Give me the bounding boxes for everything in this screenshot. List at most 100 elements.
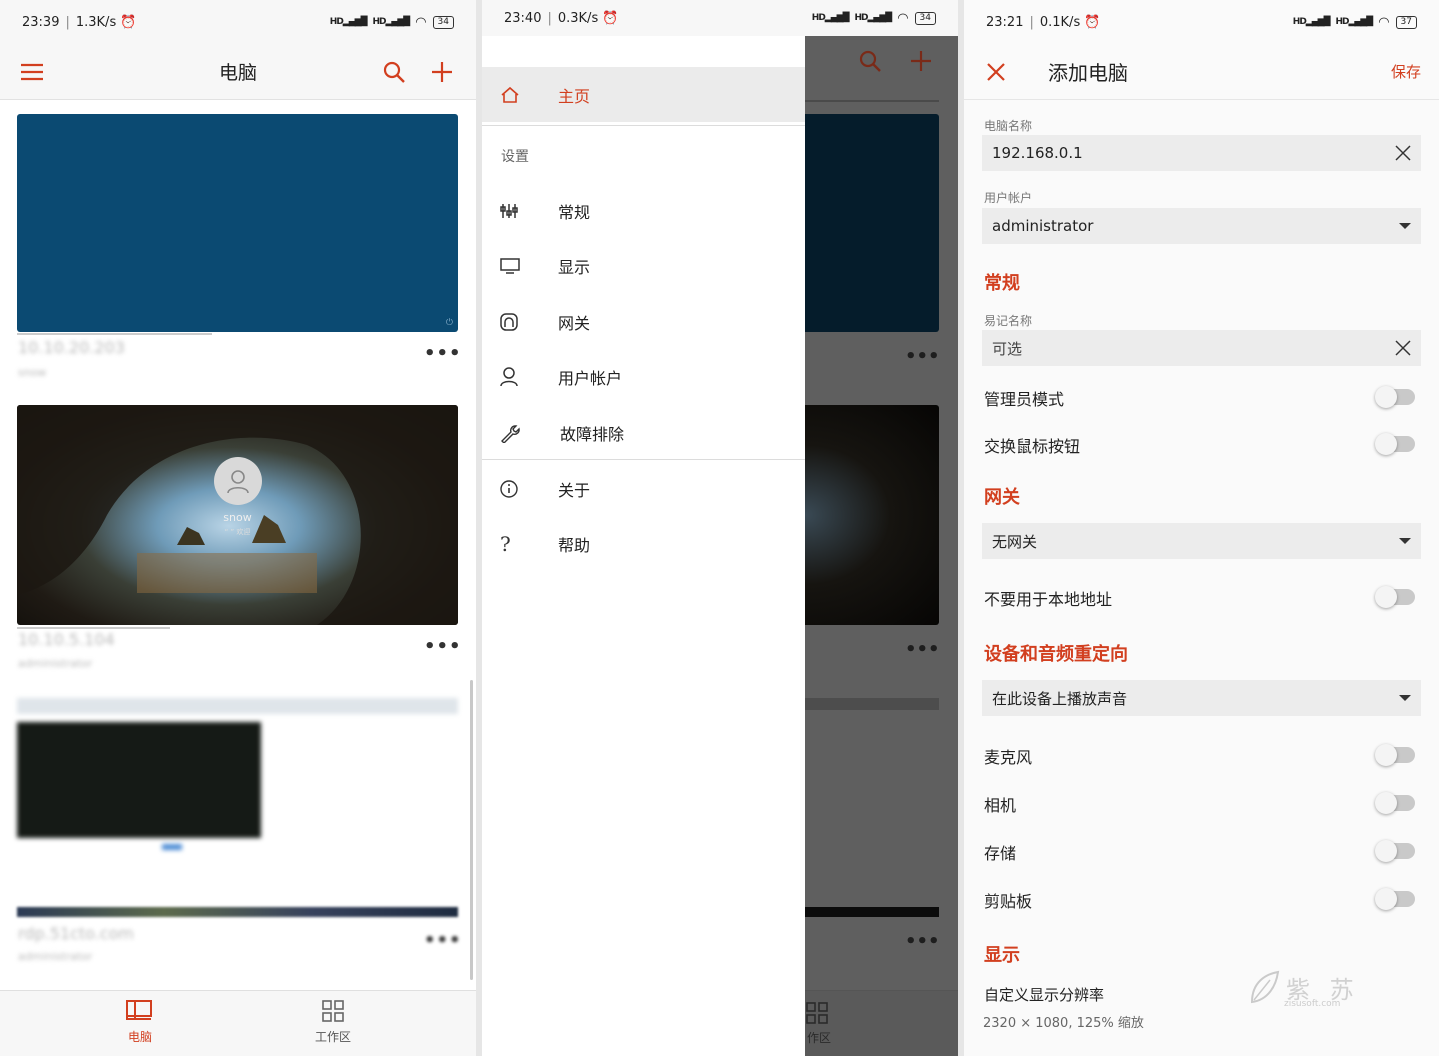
sound-value: 在此设备上播放声音 (992, 689, 1128, 708)
page-title: 添加电脑 (1048, 61, 1128, 85)
watermark-leaf-icon (1250, 970, 1280, 1004)
app-bar: 电脑 (0, 44, 476, 100)
pc-thumbnail[interactable] (17, 698, 458, 858)
friendly-name-field[interactable]: 可选 (982, 330, 1421, 366)
pc-name: 10.10.20.203 (18, 338, 125, 357)
app-bar: 添加电脑 保存 (964, 44, 1439, 100)
pc-user: snow (18, 366, 47, 379)
wrench-icon (482, 423, 538, 443)
navigation-drawer-screen: 23:40 | 0.3K/s ⏰ HD▂▄▆█ HD▂▄▆█ ◠ 34 ••• … (482, 0, 958, 1056)
gateway-dropdown[interactable]: 无网关 (982, 523, 1421, 559)
more-options-icon[interactable]: ••• (424, 930, 462, 951)
scrim-overlay[interactable]: ••• ••• ••• 作区 (805, 36, 958, 1056)
home-icon (482, 86, 538, 104)
section-gateway: 网关 (984, 487, 1020, 508)
dimmed-thumbnail (805, 698, 939, 710)
sound-dropdown[interactable]: 在此设备上播放声音 (982, 680, 1421, 716)
clear-icon[interactable] (1395, 340, 1411, 356)
clipboard-toggle[interactable] (1375, 888, 1415, 910)
more-options-icon: ••• (905, 346, 940, 367)
status-bar: 23:39 | 1.3K/s ⏰ HD▂▄▆█ HD▂▄▆█ ◠ 34 (0, 0, 476, 44)
lock-username: snow (223, 511, 252, 524)
menu-item-help-label: 帮助 (558, 535, 591, 555)
nav-computers[interactable]: 电脑 (95, 999, 185, 1045)
swap-mouse-toggle[interactable] (1375, 433, 1415, 455)
save-button[interactable]: 保存 (1391, 61, 1421, 82)
battery-icon: 37 (1395, 15, 1417, 29)
alarm-icon: ⏰ (1084, 14, 1101, 30)
add-icon[interactable] (422, 52, 462, 92)
bottom-navigation: 电脑 工作区 (0, 990, 476, 1056)
user-account-dropdown[interactable]: administrator (982, 208, 1421, 244)
battery-icon: 34 (432, 15, 454, 29)
storage-label: 存储 (984, 844, 1017, 863)
pc-name-field[interactable]: 192.168.0.1 (982, 135, 1421, 171)
pc-user: administrator (18, 657, 93, 670)
admin-mode-toggle[interactable] (1375, 386, 1415, 408)
dimmed-thumbnail (805, 405, 939, 625)
nav-workspaces-label: 工作区 (314, 1030, 351, 1044)
menu-item-display[interactable]: 显示 (482, 238, 805, 293)
menu-item-home[interactable]: 主页 (482, 67, 805, 122)
status-speed: 0.3K/s (557, 10, 599, 26)
alarm-icon: ⏰ (120, 14, 137, 30)
more-options-icon[interactable]: ••• (424, 343, 462, 364)
lock-subtext: “ ” 欢迎 (224, 528, 251, 536)
clipboard-label: 剪贴板 (984, 892, 1033, 911)
menu-item-help[interactable]: ? 帮助 (482, 516, 805, 571)
menu-item-user-accounts[interactable]: 用户帐户 (482, 349, 805, 404)
info-icon (482, 479, 538, 498)
pc-name: 10.10.5.104 (18, 630, 115, 649)
progress-line (17, 627, 170, 629)
wifi-icon: ◠ (1378, 14, 1390, 30)
pc-thumbnail[interactable]: snow “ ” 欢迎 (17, 405, 458, 625)
menu-item-about[interactable]: 关于 (482, 461, 805, 516)
signal-icon-2: HD▂▄▆█ (854, 13, 893, 23)
microphone-toggle[interactable] (1375, 744, 1415, 766)
menu-item-general[interactable]: 常规 (482, 183, 805, 238)
nav-workspaces[interactable]: 工作区 (288, 999, 378, 1045)
custom-resolution-label[interactable]: 自定义显示分辨率 (984, 984, 1104, 1005)
camera-toggle[interactable] (1375, 792, 1415, 814)
add-pc-screen: 23:21 | 0.1K/s ⏰ HD▂▄▆█ HD▂▄▆█ ◠ 37 添加电脑… (964, 0, 1439, 1056)
close-icon[interactable] (976, 52, 1016, 92)
storage-toggle[interactable] (1375, 840, 1415, 862)
scrollbar[interactable] (470, 680, 473, 980)
sliders-icon (482, 203, 538, 219)
dropdown-caret-icon (1399, 538, 1411, 544)
search-icon[interactable] (374, 52, 414, 92)
user-account-value: administrator (992, 217, 1094, 235)
clear-icon[interactable] (1395, 145, 1411, 161)
monitor-icon (482, 257, 538, 274)
section-display: 显示 (984, 945, 1020, 966)
status-speed: 0.1K/s (1039, 14, 1081, 30)
gateway-icon (482, 312, 538, 331)
dimmed-bottom-nav: 作区 (805, 990, 958, 1056)
microphone-label: 麦克风 (984, 748, 1033, 767)
dropdown-caret-icon (1399, 695, 1411, 701)
bypass-local-label: 不要用于本地地址 (984, 590, 1113, 609)
resolution-value: 2320 × 1080, 125% 缩放 (983, 1016, 1144, 1031)
watermark-logo: 紫 苏 zisusoft.com (1248, 968, 1368, 1012)
workspaces-icon (806, 1002, 828, 1024)
signal-icon: HD▂▄▆█ (811, 13, 850, 23)
section-device-redirect: 设备和音频重定向 (984, 644, 1128, 665)
pc-thumbnail[interactable]: ⏻ (17, 114, 458, 332)
menu-item-home-label: 主页 (558, 86, 591, 106)
status-bar: 23:40 | 0.3K/s ⏰ HD▂▄▆█ HD▂▄▆█ ◠ 34 (482, 0, 958, 36)
nav-computers-label: 电脑 (127, 1030, 152, 1044)
watermark-url: zisusoft.com (1284, 999, 1341, 1009)
pc-name-label: 电脑名称 (984, 119, 1033, 133)
menu-item-troubleshoot[interactable]: 故障排除 (482, 405, 805, 460)
section-general: 常规 (984, 273, 1020, 294)
camera-label: 相机 (984, 796, 1017, 815)
hamburger-menu-icon[interactable] (12, 52, 52, 92)
menu-item-general-label: 常规 (558, 202, 591, 222)
menu-item-gateway[interactable]: 网关 (482, 294, 805, 349)
gateway-value: 无网关 (992, 532, 1038, 551)
more-options-icon[interactable]: ••• (424, 636, 462, 657)
search-icon (859, 50, 881, 76)
admin-mode-label: 管理员模式 (984, 390, 1065, 409)
wifi-icon: ◠ (415, 14, 427, 30)
bypass-local-toggle[interactable] (1375, 586, 1415, 608)
